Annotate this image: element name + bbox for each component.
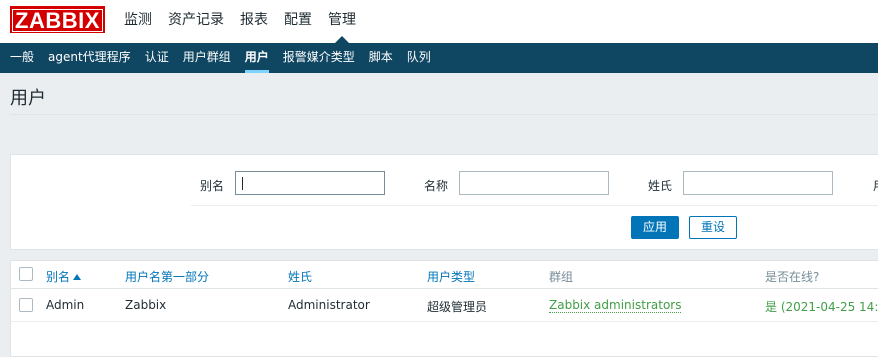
nav-monitoring[interactable]: 监测 [116, 0, 160, 43]
col-surname[interactable]: 姓氏 [288, 268, 312, 285]
user-online-status: 是 (2021-04-25 14:02 [765, 300, 878, 314]
alias-input[interactable] [235, 171, 385, 195]
nav-administration[interactable]: 管理 [320, 0, 364, 43]
reset-button[interactable]: 重设 [689, 216, 737, 239]
users-table: 别名 用户名第一部分 姓氏 用户类型 群组 是否在线? Admin Zabbix… [10, 260, 878, 357]
name-label: 名称 [424, 179, 449, 193]
surname-label: 姓氏 [648, 179, 673, 193]
zabbix-logo[interactable]: ZABBIX [10, 6, 105, 33]
main-nav: 监测 资产记录 报表 配置 管理 [116, 0, 364, 43]
subnav-proxies[interactable]: agent代理程序 [41, 43, 138, 73]
nav-configuration[interactable]: 配置 [276, 0, 320, 43]
text-caret [242, 177, 243, 190]
user-type-label-cut: 用 [873, 177, 878, 194]
subnav-queue[interactable]: 队列 [400, 43, 438, 73]
subnav-authentication[interactable]: 认证 [138, 43, 176, 73]
user-type: 超级管理员 [427, 300, 488, 314]
subnav-media-types[interactable]: 报警媒介类型 [276, 43, 362, 73]
subnav-user-groups[interactable]: 用户群组 [176, 43, 238, 73]
col-name[interactable]: 用户名第一部分 [125, 268, 209, 285]
alias-label: 别名 [200, 179, 225, 193]
name-input[interactable] [459, 171, 609, 195]
page-title: 用户 [10, 88, 46, 109]
sort-asc-icon [73, 274, 82, 280]
user-group-link[interactable]: Zabbix administrators [549, 298, 682, 313]
col-alias[interactable]: 别名 [46, 268, 82, 285]
col-user-type[interactable]: 用户类型 [427, 268, 475, 285]
col-online: 是否在线? [765, 270, 820, 284]
sub-nav: 一般 agent代理程序 认证 用户群组 用户 报警媒介类型 脚本 队列 [0, 43, 878, 73]
surname-input[interactable] [683, 171, 833, 195]
nav-reports[interactable]: 报表 [232, 0, 276, 43]
top-header: ZABBIX 监测 资产记录 报表 配置 管理 [0, 0, 878, 43]
logo-text: ZABBIX [12, 9, 103, 32]
table-header: 别名 用户名第一部分 姓氏 用户类型 群组 是否在线? [11, 261, 878, 289]
col-alias-label: 别名 [46, 270, 71, 284]
apply-button[interactable]: 应用 [631, 216, 679, 239]
filter-panel: 别名 名称 姓氏 用 应用 重设 [10, 154, 878, 250]
filter-divider [191, 205, 878, 206]
row-checkbox[interactable] [19, 298, 33, 312]
user-name: Zabbix [125, 298, 167, 312]
subnav-scripts[interactable]: 脚本 [362, 43, 400, 73]
table-row: Admin Zabbix Administrator 超级管理员 Zabbix … [11, 289, 878, 322]
user-surname: Administrator [288, 298, 370, 312]
col-groups: 群组 [549, 270, 574, 284]
title-divider [10, 114, 878, 115]
select-all-checkbox[interactable] [19, 267, 33, 281]
user-alias-link[interactable]: Admin [46, 298, 84, 312]
subnav-users[interactable]: 用户 [238, 43, 276, 73]
nav-inventory[interactable]: 资产记录 [160, 0, 232, 43]
subnav-general[interactable]: 一般 [3, 43, 41, 73]
